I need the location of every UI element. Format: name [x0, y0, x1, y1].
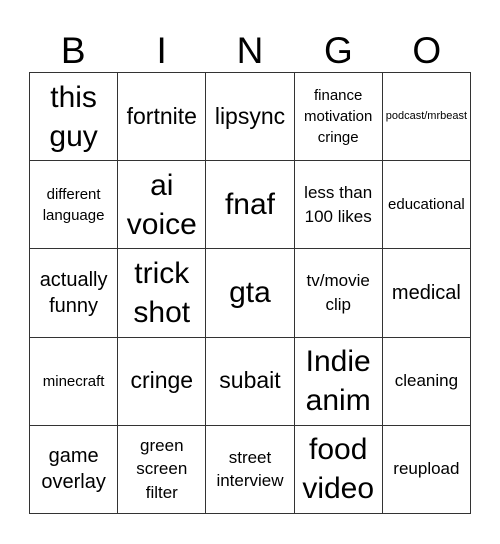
bingo-cell[interactable]: fortnite — [118, 73, 207, 162]
bingo-cell[interactable]: medical — [382, 249, 471, 338]
bingo-cell-label: reupload — [393, 459, 460, 479]
bingo-cell[interactable]: actually funny — [30, 249, 119, 338]
bingo-cell-label: cleaning — [394, 371, 459, 391]
bingo-cell[interactable]: trick shot — [118, 249, 207, 338]
bingo-cell[interactable]: reupload — [382, 425, 471, 514]
bingo-cell[interactable]: subait — [206, 337, 295, 426]
bingo-cell-label: medical — [391, 281, 461, 304]
header-letter-g: G — [324, 29, 353, 71]
bingo-cell-label: green screen filter — [136, 435, 188, 503]
bingo-cell[interactable]: green screen filter — [118, 425, 207, 514]
bingo-cell-label: minecraft — [42, 372, 105, 390]
bingo-cell-label: this guy — [49, 80, 98, 153]
header-letter-i: I — [156, 29, 167, 71]
bingo-cell[interactable]: finance motivation cringe — [294, 73, 383, 162]
bingo-cell-label: Indie anim — [305, 345, 371, 418]
bingo-cell-label: ai voice — [126, 168, 197, 241]
bingo-cell[interactable]: game overlay — [30, 425, 119, 514]
bingo-cell[interactable]: cringe — [118, 337, 207, 426]
bingo-cell-label: food video — [302, 433, 375, 506]
bingo-cell[interactable]: this guy — [30, 73, 119, 162]
bingo-cell[interactable]: fnaf — [206, 161, 295, 250]
bingo-cell[interactable]: minecraft — [30, 337, 119, 426]
header-letter-o: O — [412, 29, 442, 71]
bingo-cell[interactable]: podcast/mrbeast — [382, 73, 471, 162]
bingo-cell[interactable]: lipsync — [206, 73, 295, 162]
bingo-cell-label: tv/movie clip — [306, 271, 370, 314]
bingo-cell-label: finance motivation cringe — [304, 87, 373, 147]
bingo-cell[interactable]: gta — [206, 249, 295, 338]
bingo-cell-label: different language — [42, 185, 105, 224]
bingo-cell[interactable]: ai voice — [118, 161, 207, 250]
header-letter-n: N — [236, 29, 264, 71]
bingo-cell-label: cringe — [130, 367, 194, 394]
bingo-cell-label: game overlay — [41, 445, 106, 494]
bingo-cell-label: actually funny — [39, 268, 108, 317]
bingo-cell[interactable]: food video — [294, 425, 383, 514]
bingo-cell-label: less than 100 likes — [304, 182, 373, 226]
bingo-cell[interactable]: Indie anim — [294, 337, 383, 426]
bingo-cell-label: podcast/mrbeast — [385, 110, 468, 123]
bingo-cell-label: gta — [229, 276, 271, 310]
bingo-cell-label: lipsync — [214, 102, 286, 129]
bingo-cell-label: educational — [388, 196, 465, 214]
bingo-header: B I N G O — [29, 28, 471, 72]
bingo-cell-label: trick shot — [133, 256, 191, 329]
bingo-cell[interactable]: different language — [30, 161, 119, 250]
bingo-cell-label: street interview — [216, 447, 284, 491]
bingo-grid: this guy fortnite lipsync finance motivatio… — [29, 72, 471, 514]
bingo-cell-label: fnaf — [224, 188, 276, 222]
bingo-cell[interactable]: tv/movie clip — [294, 249, 383, 338]
bingo-cell-label: subait — [219, 367, 281, 394]
header-letter-b: B — [60, 29, 86, 71]
bingo-cell-label: fortnite — [126, 102, 197, 129]
bingo-cell[interactable]: street interview — [206, 425, 295, 514]
bingo-cell[interactable]: cleaning — [382, 337, 471, 426]
bingo-cell[interactable]: less than 100 likes — [294, 161, 383, 250]
bingo-cell[interactable]: educational — [382, 161, 471, 250]
